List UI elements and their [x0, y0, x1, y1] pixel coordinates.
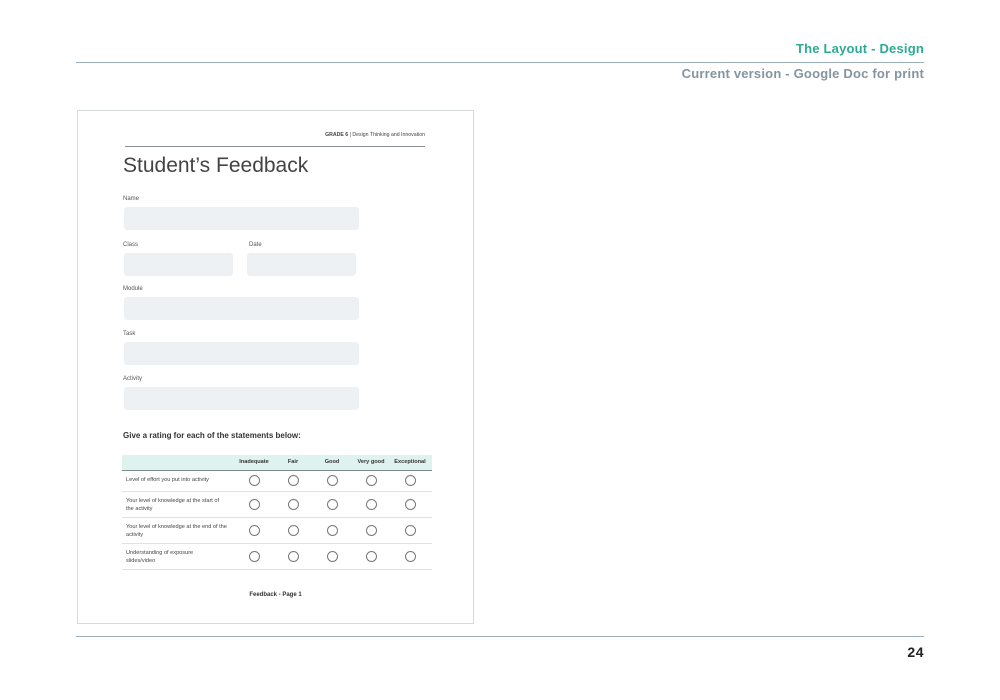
- radio-very-good[interactable]: [366, 499, 377, 510]
- document-footer: Feedback - Page 1: [249, 592, 302, 598]
- module-field[interactable]: [124, 297, 359, 320]
- activity-label: Activity: [123, 376, 143, 382]
- column-fair: Fair: [287, 459, 299, 465]
- column-exceptional: Exceptional: [394, 459, 426, 465]
- radio-fair[interactable]: [288, 551, 299, 562]
- radio-very-good[interactable]: [366, 551, 377, 562]
- table-row: Your level of knowledge at the start of …: [122, 492, 432, 518]
- table-row: Level of effort you put into activity: [122, 471, 432, 492]
- radio-exceptional[interactable]: [405, 499, 416, 510]
- document-title: Student’s Feedback: [123, 154, 309, 177]
- name-label: Name: [123, 196, 140, 202]
- radio-fair[interactable]: [288, 499, 299, 510]
- radio-exceptional[interactable]: [405, 525, 416, 536]
- footer-divider: [76, 636, 924, 637]
- grade-label: GRADE 6: [325, 132, 349, 138]
- activity-field[interactable]: [124, 387, 359, 410]
- document-header-rule: [125, 146, 425, 147]
- statement-label: Your level of knowledge at the end of th…: [126, 524, 227, 538]
- column-good: Good: [324, 459, 340, 465]
- slide-subtitle: Current version - Google Doc for print: [681, 66, 924, 81]
- radio-exceptional[interactable]: [405, 551, 416, 562]
- rating-table-header: Inadequate Fair Good Very good Exception…: [122, 455, 432, 471]
- column-very-good: Very good: [357, 459, 385, 465]
- table-row: Understanding of exposure slides/video: [122, 544, 432, 570]
- document-preview: GRADE 6 | Design Thinking and Innovation…: [77, 110, 474, 624]
- radio-good[interactable]: [327, 499, 338, 510]
- radio-inadequate[interactable]: [249, 499, 260, 510]
- radio-fair[interactable]: [288, 525, 299, 536]
- column-inadequate: Inadequate: [239, 459, 269, 465]
- statement-label: Level of effort you put into activity: [126, 477, 209, 483]
- rating-table: Inadequate Fair Good Very good Exception…: [122, 455, 432, 570]
- header-separator: |: [349, 132, 351, 138]
- page-number: 24: [907, 644, 924, 660]
- statement-label: Understanding of exposure slides/video: [126, 550, 194, 564]
- radio-good[interactable]: [327, 551, 338, 562]
- class-field[interactable]: [124, 253, 233, 276]
- date-field[interactable]: [247, 253, 356, 276]
- radio-inadequate[interactable]: [249, 525, 260, 536]
- rating-instruction: Give a rating for each of the statements…: [123, 431, 301, 440]
- header-divider: [76, 62, 924, 63]
- document-header: GRADE 6 | Design Thinking and Innovation: [125, 132, 425, 138]
- name-field[interactable]: [124, 207, 359, 230]
- radio-good[interactable]: [327, 525, 338, 536]
- class-label: Class: [123, 242, 139, 248]
- task-field[interactable]: [124, 342, 359, 365]
- statement-label: Your level of knowledge at the start of …: [126, 498, 220, 512]
- radio-exceptional[interactable]: [405, 475, 416, 486]
- radio-inadequate[interactable]: [249, 551, 260, 562]
- radio-good[interactable]: [327, 475, 338, 486]
- subject-label: Design Thinking and Innovation: [352, 132, 425, 138]
- radio-inadequate[interactable]: [249, 475, 260, 486]
- slide-title: The Layout - Design: [795, 41, 924, 56]
- date-label: Date: [249, 242, 262, 248]
- radio-very-good[interactable]: [366, 525, 377, 536]
- radio-fair[interactable]: [288, 475, 299, 486]
- task-label: Task: [123, 331, 136, 337]
- radio-very-good[interactable]: [366, 475, 377, 486]
- module-label: Module: [123, 286, 143, 292]
- table-row: Your level of knowledge at the end of th…: [122, 518, 432, 544]
